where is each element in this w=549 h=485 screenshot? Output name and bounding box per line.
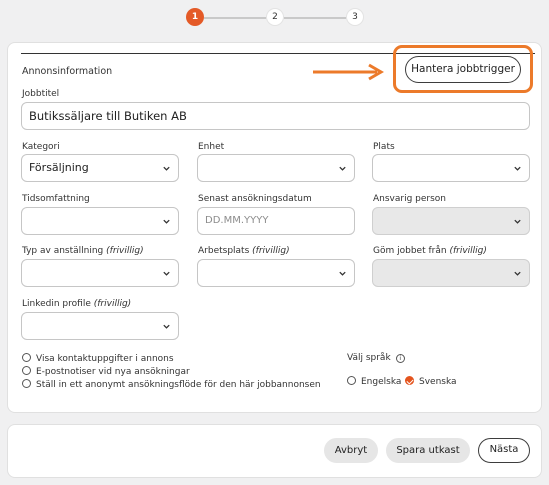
senast-date-input[interactable]: DD.MM.YYYY	[197, 207, 355, 235]
ansvarig-select[interactable]	[372, 207, 530, 235]
chevron-down-icon	[163, 166, 170, 171]
language-label: Välj språk i	[347, 353, 405, 363]
footer-actions: Avbryt Spara utkast Nästa	[7, 424, 542, 478]
kategori-value: Försäljning	[29, 161, 89, 174]
option-email-notify[interactable]: E-postnotiser vid nya ansökningar	[22, 366, 190, 377]
radio-icon	[347, 376, 356, 385]
radio-icon	[22, 366, 31, 375]
save-draft-button[interactable]: Spara utkast	[386, 438, 470, 463]
option-label: Ställ in ett anonymt ansökningsflöde för…	[36, 380, 321, 390]
jobbtitel-input[interactable]: Butikssäljare till Butiken AB	[21, 102, 530, 130]
manage-job-trigger-button[interactable]: Hantera jobbtrigger	[405, 56, 521, 83]
option-anonymous-flow[interactable]: Ställ in ett anonymt ansökningsflöde för…	[22, 379, 321, 390]
progress-stepper: 1 2 3	[186, 8, 364, 28]
kategori-select[interactable]: Försäljning	[21, 154, 179, 182]
radio-icon	[22, 379, 31, 388]
kategori-label: Kategori	[22, 142, 60, 152]
chevron-down-icon	[163, 219, 170, 224]
chevron-down-icon	[163, 271, 170, 276]
chevron-down-icon	[514, 219, 521, 224]
senast-label: Senast ansökningsdatum	[198, 194, 312, 204]
step-2[interactable]: 2	[266, 8, 284, 26]
step-3[interactable]: 3	[346, 8, 364, 26]
tidsomfattning-select[interactable]	[21, 207, 179, 235]
chevron-down-icon	[339, 271, 346, 276]
typ-select[interactable]	[21, 259, 179, 287]
info-icon[interactable]: i	[395, 354, 405, 363]
enhet-label: Enhet	[198, 142, 225, 152]
linkedin-optional-text: (frivillig)	[93, 299, 132, 309]
tidsomfattning-label: Tidsomfattning	[22, 194, 90, 204]
gom-label: Göm jobbet från (frivillig)	[373, 246, 487, 256]
gom-label-text: Göm jobbet från	[373, 246, 447, 256]
gom-optional-text: (frivillig)	[449, 246, 487, 256]
plats-select[interactable]	[372, 154, 530, 182]
plats-label: Plats	[373, 142, 395, 152]
next-button[interactable]: Nästa	[478, 438, 530, 463]
option-label: E-postnotiser vid nya ansökningar	[36, 367, 190, 377]
arbetsplats-optional-text: (frivillig)	[252, 246, 290, 256]
language-label-text: Välj språk	[347, 353, 391, 363]
language-option-svenska[interactable]: Svenska	[405, 376, 457, 387]
option-show-contact[interactable]: Visa kontaktuppgifter i annons	[22, 353, 174, 364]
radio-icon	[22, 353, 31, 362]
section-title: Annonsinformation	[22, 66, 113, 77]
language-option-label: Engelska	[361, 377, 402, 387]
job-form-card: Annonsinformation Hantera jobbtrigger Jo…	[7, 42, 542, 413]
language-option-engelska[interactable]: Engelska	[347, 376, 401, 387]
step-connector	[204, 17, 266, 19]
gom-select[interactable]	[372, 259, 530, 287]
jobbtitel-label: Jobbtitel	[22, 89, 60, 99]
step-1[interactable]: 1	[186, 8, 204, 26]
annotation-arrow-icon	[313, 63, 384, 81]
ansvarig-label: Ansvarig person	[373, 194, 447, 204]
option-label: Visa kontaktuppgifter i annons	[36, 354, 174, 364]
arbetsplats-label: Arbetsplats (frivillig)	[198, 246, 290, 256]
chevron-down-icon	[514, 166, 521, 171]
arbetsplats-label-text: Arbetsplats	[198, 246, 250, 256]
typ-optional-text: (frivillig)	[106, 246, 144, 256]
checked-radio-icon	[405, 376, 414, 385]
linkedin-label-text: Linkedin profile	[22, 299, 91, 309]
arbetsplats-select[interactable]	[197, 259, 355, 287]
linkedin-label: Linkedin profile (frivillig)	[22, 299, 131, 309]
cancel-button[interactable]: Avbryt	[324, 438, 378, 463]
chevron-down-icon	[163, 324, 170, 329]
typ-label: Typ av anställning (frivillig)	[22, 246, 144, 256]
linkedin-select[interactable]	[21, 312, 179, 340]
typ-label-text: Typ av anställning	[22, 246, 104, 256]
step-connector	[284, 17, 346, 19]
enhet-select[interactable]	[197, 154, 355, 182]
chevron-down-icon	[339, 166, 346, 171]
chevron-down-icon	[514, 271, 521, 276]
language-option-label: Svenska	[419, 377, 457, 387]
